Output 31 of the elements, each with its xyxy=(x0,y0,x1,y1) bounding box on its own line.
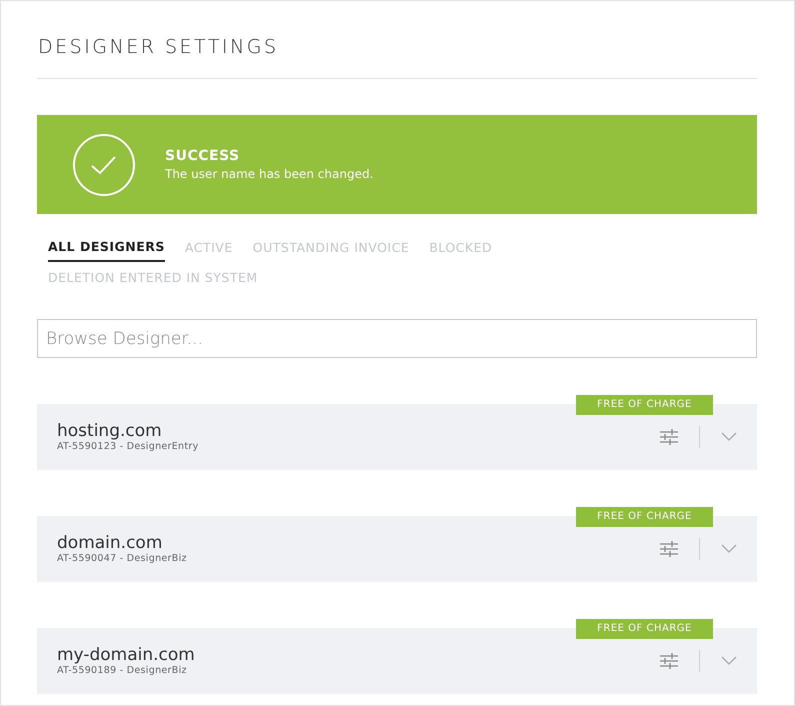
settings-button[interactable] xyxy=(659,540,679,558)
filter-tab[interactable]: DELETION ENTERED IN SYSTEM xyxy=(48,270,258,291)
filter-tab[interactable]: ACTIVE xyxy=(184,239,233,262)
chevron-down-icon xyxy=(721,432,737,442)
designer-details: AT-5590189 - DesignerBiz xyxy=(57,665,188,677)
designer-details: AT-5590047 - DesignerBiz xyxy=(57,553,187,565)
chevron-down-icon xyxy=(721,544,737,554)
plan-badge: FREE OF CHARGE xyxy=(576,619,713,639)
domain-name: hosting.com xyxy=(57,421,163,441)
domain-name: domain.com xyxy=(57,533,164,553)
settings-button[interactable] xyxy=(659,652,679,670)
page-title: DESIGNER SETTINGS xyxy=(38,35,280,60)
expand-button[interactable] xyxy=(721,432,737,442)
settings-button[interactable] xyxy=(659,428,679,446)
plan-badge: FREE OF CHARGE xyxy=(576,395,713,415)
chevron-down-icon xyxy=(721,656,737,666)
check-circle-icon xyxy=(73,134,135,196)
expand-button[interactable] xyxy=(721,544,737,554)
sliders-icon xyxy=(659,428,679,446)
designer-details: AT-5590123 - DesignerEntry xyxy=(57,441,199,453)
plan-badge: FREE OF CHARGE xyxy=(576,507,713,527)
filter-tab[interactable]: ALL DESIGNERS xyxy=(48,239,165,262)
filter-tab[interactable]: BLOCKED xyxy=(429,239,492,262)
search-field[interactable]: Browse Designer... xyxy=(37,319,757,358)
filter-tab[interactable]: OUTSTANDING INVOICE xyxy=(252,239,410,262)
alert-title: SUCCESS xyxy=(165,146,241,164)
sliders-icon xyxy=(659,540,679,558)
expand-button[interactable] xyxy=(721,656,737,666)
domain-name: my-domain.com xyxy=(57,645,195,665)
sliders-icon xyxy=(659,652,679,670)
alert-message: The user name has been changed. xyxy=(165,166,374,182)
